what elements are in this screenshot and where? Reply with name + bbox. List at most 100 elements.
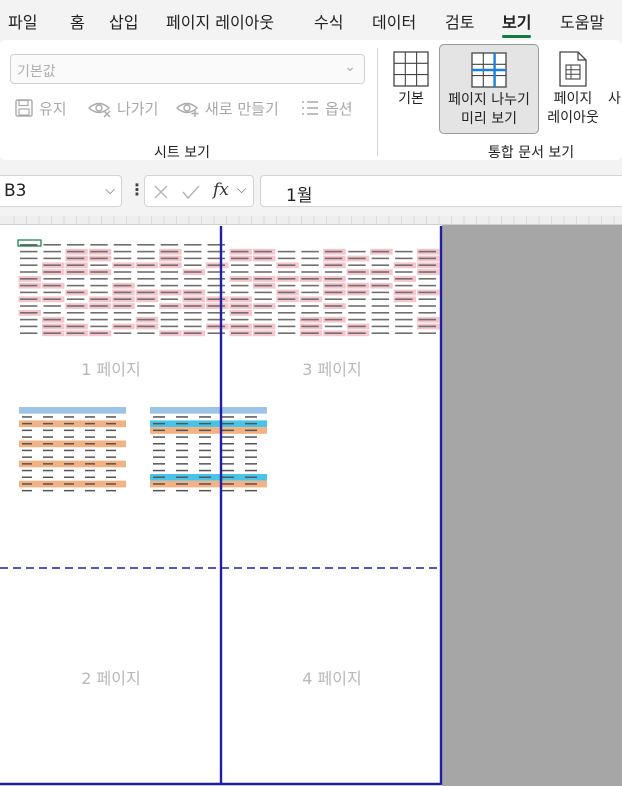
group-divider [377,48,378,156]
page-break-icon [471,52,507,88]
cell-value-mark [20,257,38,260]
cell-value-mark [20,291,38,294]
cell-value-mark [207,318,225,321]
cell-value-mark [277,250,296,253]
table-cell-mark [22,483,32,485]
page-layout-view-button[interactable]: 페이지 레이아웃 [541,44,605,134]
tab-formulas[interactable]: 수식 [314,9,343,33]
cell-value-mark [160,318,179,321]
cell-value-mark [254,271,272,273]
ribbon: 기본값 ⌄ 유지 나가기 새로 만들기 옵션 시트 보기 기본 페이지 나누기 … [0,38,622,166]
cell-value-mark [418,250,436,253]
sheet-view-select[interactable]: 기본값 ⌄ [10,54,365,84]
formula-input[interactable]: 1월 [260,175,622,207]
insert-function-button[interactable]: fx [213,180,229,200]
table-cell-mark [245,463,257,465]
cell-value-mark [207,298,225,300]
tab-file[interactable]: 파일 [8,9,37,33]
keep-button[interactable]: 유지 [14,96,67,120]
table-cell-mark [199,449,211,452]
options-button[interactable]: 옵션 [300,96,353,120]
cell-value-mark [184,305,202,307]
custom-views-button[interactable]: 사 [607,44,622,134]
cell-value-mark [418,291,436,294]
cell-value-mark [254,284,272,287]
table-cell-mark [176,489,188,492]
cell-value-mark [348,325,366,328]
table-cell-mark [222,449,234,452]
table-header-row [19,407,126,414]
cell-value-mark [395,312,413,314]
exit-label: 나가기 [117,99,159,118]
tab-view[interactable]: 보기 [502,9,532,38]
cell-value-mark [90,244,108,246]
sheet-view-group-label: 시트 보기 [154,145,210,161]
table-cell-mark [85,476,95,478]
cell-value-mark [301,298,319,300]
cell-value-mark [43,264,61,266]
name-box[interactable]: B3 ⌵ [0,175,122,207]
table-cell-mark [22,456,32,458]
normal-view-button[interactable]: 기본 [388,44,434,134]
cell-value-mark [66,264,85,266]
cell-value-mark [207,284,225,287]
table-cell-mark [222,469,234,472]
tab-help[interactable]: 도움말 [560,9,604,33]
cell-value-mark [43,325,61,328]
exit-button[interactable]: 나가기 [88,96,158,120]
cell-value-mark [418,312,436,314]
table-cell-mark [245,469,257,472]
cell-value-mark [113,250,132,253]
chevron-down-icon[interactable]: ⌵ [105,183,115,198]
cell-value-mark [231,305,249,307]
tab-insert[interactable]: 삽입 [109,9,138,33]
tab-data[interactable]: 데이터 [372,9,416,33]
cell-value-mark [137,264,155,266]
cell-value-mark [43,250,61,253]
cell-value-mark [137,250,155,253]
cell-value-mark [66,318,85,321]
check-icon[interactable] [182,184,200,200]
cell-value-mark [348,318,366,321]
cell-value-mark [160,291,179,294]
table-cell-mark [199,476,211,478]
table-cell-mark [245,422,257,425]
table-cell-mark [176,456,188,458]
table-cell-mark [64,489,74,492]
cell-value-mark [160,250,179,253]
cell-value-mark [137,271,155,273]
table-cell-mark [22,463,32,465]
cell-value-mark [277,298,296,300]
table-cell-mark [22,476,32,478]
tab-home[interactable]: 홈 [70,9,85,33]
tab-page-layout[interactable]: 페이지 레이아웃 [166,9,274,33]
table-cell-mark [222,476,234,478]
cell-value-mark [418,325,436,328]
chevron-down-icon[interactable]: ⌵ [237,182,246,197]
cell-value-mark [66,278,85,280]
cell-value-mark [137,284,155,287]
table-cell-mark [176,436,188,438]
cell-value-mark [137,318,155,321]
table-cell-mark [106,456,116,458]
cell-value-mark [160,305,179,307]
more-options-icon[interactable]: ⋮ [129,180,145,199]
cell-value-mark [301,278,319,280]
cell-value-mark [90,332,108,334]
worksheet-area[interactable]: 1 페이지 3 페이지 2 페이지 4 페이지 [0,216,622,786]
cell-value-mark [137,305,155,307]
cell-value-mark [113,284,132,287]
cell-value-mark [254,278,272,280]
cancel-icon[interactable] [153,184,169,200]
cell-value-mark [231,325,249,328]
cell-value-mark [254,264,272,266]
page-break-preview-button[interactable]: 페이지 나누기 미리 보기 [439,44,539,134]
cell-value-mark [371,318,390,321]
new-view-button[interactable]: 새로 만들기 [176,96,279,120]
table-cell-mark [199,456,211,458]
cell-value-mark [418,318,436,321]
cell-value-mark [324,264,343,266]
tab-review[interactable]: 검토 [445,9,474,33]
cell-value-mark [66,325,85,328]
table-cell-mark [153,416,165,418]
